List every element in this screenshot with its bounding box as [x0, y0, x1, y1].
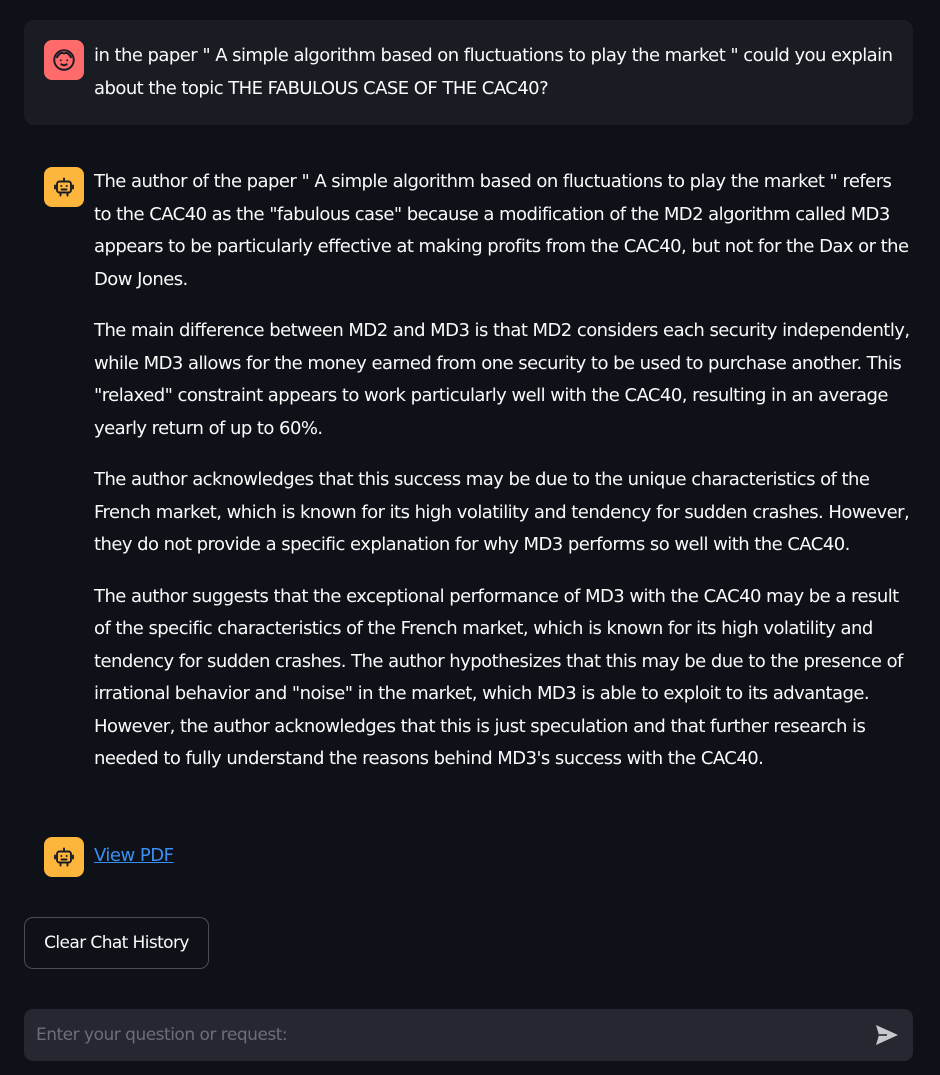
assistant-paragraph: The author suggests that the exceptional…	[94, 585, 903, 770]
assistant-paragraph: The main difference between MD2 and MD3 …	[94, 320, 910, 439]
robot-icon	[44, 167, 84, 207]
user-message: in the paper " A simple algorithm based …	[24, 20, 913, 125]
chat-input-bar	[24, 1009, 913, 1061]
send-icon	[876, 1025, 898, 1045]
send-button[interactable]	[873, 1022, 901, 1048]
user-face-icon	[44, 40, 84, 80]
robot-icon	[44, 837, 84, 877]
assistant-paragraph: The author of the paper " A simple algor…	[94, 171, 909, 290]
clear-chat-history-button[interactable]: Clear Chat History	[24, 917, 209, 969]
view-pdf-link[interactable]: View PDF	[94, 840, 174, 872]
chat-input[interactable]	[24, 1009, 854, 1061]
assistant-message-text: The author of the paper " A simple algor…	[94, 166, 910, 795]
assistant-paragraph: The author acknowledges that this succes…	[94, 469, 910, 555]
user-message-text: in the paper " A simple algorithm based …	[94, 45, 893, 99]
